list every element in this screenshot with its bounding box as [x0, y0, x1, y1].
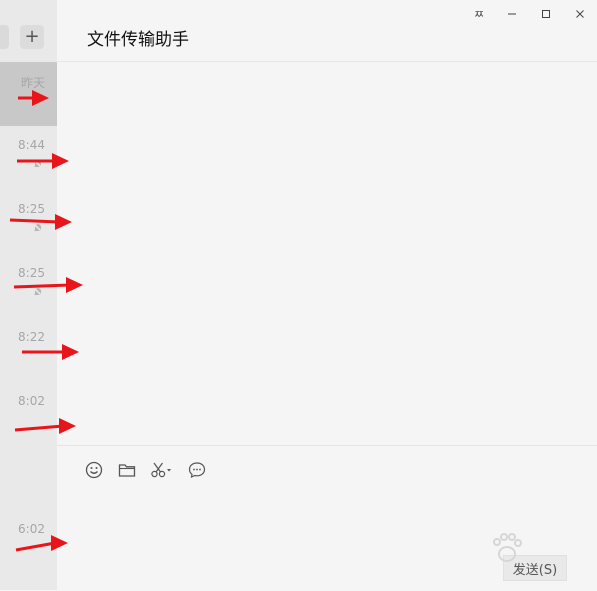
chat-time: 8:02: [18, 394, 45, 408]
file-button[interactable]: [116, 460, 138, 480]
chat-header: 文件传输助手 ㅉ: [57, 0, 597, 62]
chat-list: + 昨天 8:44 8:25 8:25 8:22 8:02 6:02: [0, 0, 57, 590]
pin-button[interactable]: ㅉ: [470, 6, 488, 22]
chat-list-item[interactable]: 8:44: [0, 126, 57, 190]
chat-time: 8:22: [18, 330, 45, 344]
minimize-button[interactable]: [503, 6, 521, 22]
chat-title: 文件传输助手: [87, 30, 189, 50]
maximize-button[interactable]: [537, 6, 555, 22]
minimize-icon: [508, 13, 516, 15]
chat-time: 8:25: [18, 202, 45, 216]
pin-icon: ㅉ: [473, 8, 485, 21]
chat-time: 昨天: [20, 76, 45, 90]
watermark-paw-icon: [493, 533, 522, 562]
chat-list-item[interactable]: [0, 446, 57, 510]
chat-window: 文件传输助手 ㅉ 发送(S): [57, 0, 597, 590]
chevron-down-icon: [167, 469, 171, 472]
new-chat-button[interactable]: +: [20, 25, 44, 49]
mute-bell-icon: [32, 222, 44, 234]
close-button[interactable]: [571, 6, 589, 22]
chat-time: 8:44: [18, 138, 45, 152]
chat-list-item[interactable]: 8:22: [0, 318, 57, 382]
chat-bubble-icon: [188, 462, 206, 479]
chat-time: 8:25: [18, 266, 45, 280]
mute-bell-icon: [32, 158, 44, 170]
chat-list-item[interactable]: 8:25: [0, 190, 57, 254]
chat-list-item[interactable]: 昨天: [0, 62, 57, 126]
chat-history-button[interactable]: [186, 460, 208, 480]
scissors-icon: [151, 462, 171, 478]
chat-list-item[interactable]: 8:25: [0, 254, 57, 318]
search-input[interactable]: [0, 25, 9, 49]
chat-time: 6:02: [18, 522, 45, 536]
chat-list-item[interactable]: 8:02: [0, 382, 57, 446]
close-icon: [576, 10, 584, 18]
chat-list-item[interactable]: 6:02: [0, 510, 57, 574]
message-area[interactable]: [57, 62, 597, 445]
plus-icon: +: [24, 26, 40, 47]
emoji-icon: [85, 461, 103, 479]
composer-toolbar: [83, 460, 208, 480]
mute-bell-icon: [32, 286, 44, 298]
folder-icon: [118, 464, 136, 477]
maximize-icon: [542, 10, 550, 18]
emoji-button[interactable]: [83, 460, 105, 480]
screenshot-button[interactable]: [149, 460, 175, 480]
